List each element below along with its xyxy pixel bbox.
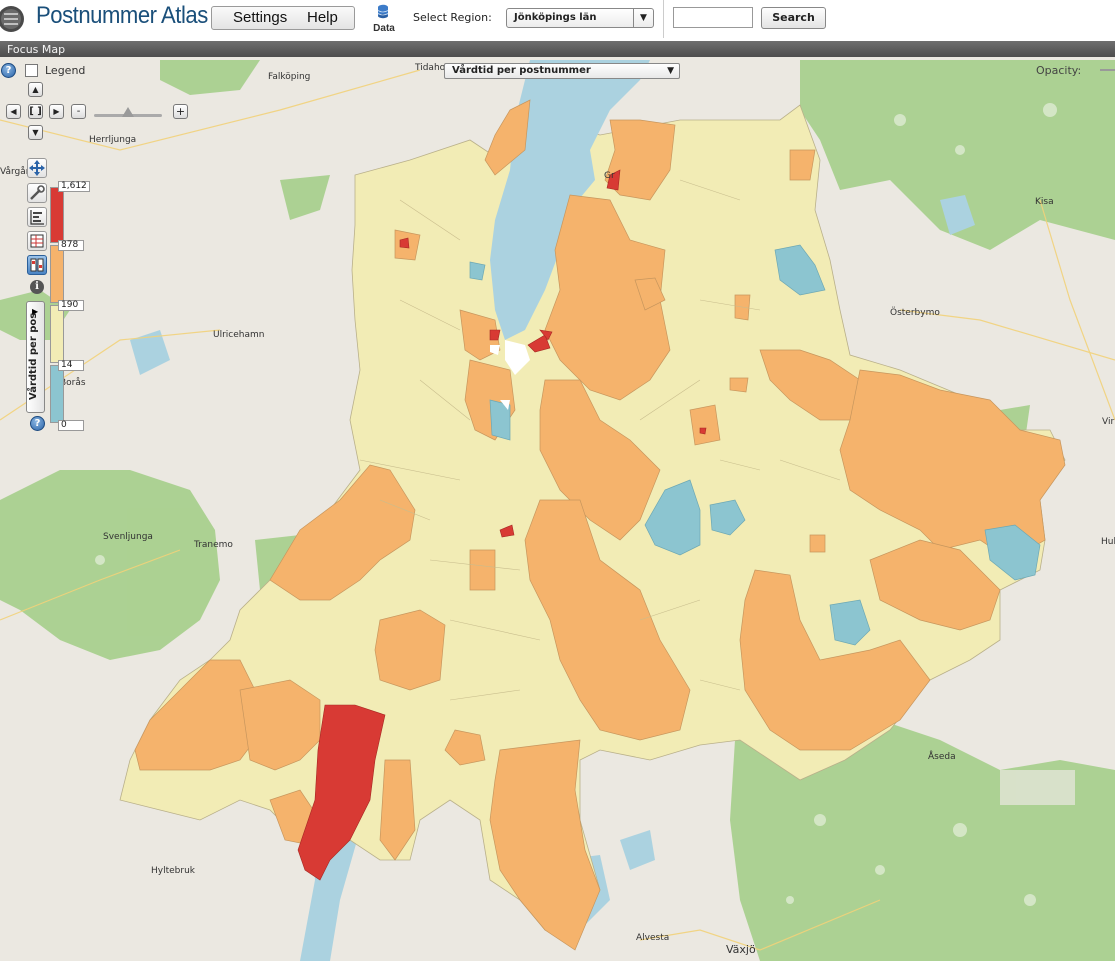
pan-up-button[interactable]: ▲ <box>28 82 43 97</box>
layers-icon <box>30 258 44 272</box>
panel-title-bar: Focus Map <box>0 41 1115 57</box>
scale-segment-blue <box>50 365 64 423</box>
region-select[interactable]: Jönköpings län ▼ <box>506 8 654 28</box>
measure-tool-button[interactable] <box>27 183 47 203</box>
app-title: Postnummer Atlas <box>36 2 208 29</box>
place-label: Vir <box>1102 417 1115 427</box>
place-label: Hyltebruk <box>151 866 195 876</box>
region-select-value: Jönköpings län <box>514 12 597 23</box>
pan-right-button[interactable]: ▶ <box>49 104 64 119</box>
search-input[interactable] <box>673 7 753 28</box>
data-button-label: Data <box>373 23 395 34</box>
map-canvas[interactable] <box>0 57 1115 961</box>
place-label: Åseda <box>928 752 956 762</box>
map-view[interactable]: Falköping Tidaholm Herrljunga Vårgårda U… <box>0 57 1115 961</box>
region-label: Select Region: <box>413 11 492 24</box>
layer-side-tab[interactable]: ▶ Vårdtid per pos <box>26 301 45 413</box>
opacity-label: Opacity: <box>1036 64 1082 77</box>
scale-break-label: 14 <box>58 360 84 371</box>
opacity-slider[interactable] <box>1100 69 1115 71</box>
layer-select[interactable]: Vårdtid per postnummer ▼ <box>444 63 680 79</box>
place-label: Alvesta <box>636 933 670 943</box>
search-button[interactable]: Search <box>761 7 826 29</box>
menu-bar: Settings Help <box>211 6 355 30</box>
info-icon[interactable]: i <box>30 280 44 294</box>
scale-break-label: 0 <box>58 420 84 431</box>
scale-segment-yellow <box>50 305 64 363</box>
chevron-down-icon: ▼ <box>633 9 653 27</box>
legend-tool-button[interactable] <box>27 255 47 275</box>
place-label: Växjö <box>726 943 756 956</box>
header: Postnummer Atlas Settings Help Data Sele… <box>0 0 1115 41</box>
help-icon[interactable]: ? <box>30 416 45 431</box>
place-label: Ulricehamn <box>213 330 265 340</box>
scale-break-label: 878 <box>58 240 84 251</box>
zoom-out-button[interactable]: - <box>71 104 86 119</box>
pan-tool-button[interactable] <box>27 158 47 178</box>
pan-down-button[interactable]: ▼ <box>28 125 43 140</box>
scale-break-label: 1,612 <box>58 181 90 192</box>
place-label: Gr <box>604 171 615 181</box>
database-icon <box>377 4 389 19</box>
help-icon[interactable]: ? <box>1 63 16 78</box>
move-icon <box>29 160 45 176</box>
panel-title: Focus Map <box>7 43 66 56</box>
tools-icon <box>30 185 45 200</box>
place-label: Kisa <box>1035 197 1054 207</box>
place-label: Österbymo <box>890 308 940 318</box>
table-tool-button[interactable] <box>27 231 47 251</box>
header-divider <box>663 0 664 38</box>
scale-break-label: 190 <box>58 300 84 311</box>
chart-tool-button[interactable] <box>27 207 47 227</box>
layer-select-value: Vårdtid per postnummer <box>452 65 591 76</box>
zoom-slider-thumb[interactable] <box>122 107 134 117</box>
app-window: Postnummer Atlas Settings Help Data Sele… <box>0 0 1115 961</box>
zoom-in-button[interactable]: + <box>173 104 188 119</box>
help-menu[interactable]: Help <box>307 9 338 26</box>
scale-segment-red <box>50 187 64 243</box>
chevron-down-icon: ▼ <box>667 66 674 76</box>
zoom-extent-button[interactable]: [ ] <box>28 104 43 119</box>
place-label: Svenljunga <box>103 532 153 542</box>
place-label: Falköping <box>268 72 311 82</box>
bar-chart-icon <box>30 210 44 225</box>
pan-left-button[interactable]: ◀ <box>6 104 21 119</box>
settings-menu[interactable]: Settings <box>233 9 287 26</box>
scb-logo-icon <box>0 2 26 36</box>
data-button[interactable]: Data <box>369 3 399 35</box>
place-label: Hul <box>1101 537 1115 547</box>
scale-segment-orange <box>50 245 64 303</box>
side-tab-label: Vårdtid per pos <box>28 312 39 400</box>
place-label: Tranemo <box>194 540 233 550</box>
table-icon <box>30 234 44 248</box>
legend-label: Legend <box>45 64 86 77</box>
legend-checkbox[interactable] <box>25 64 38 77</box>
place-label: Herrljunga <box>89 135 137 145</box>
